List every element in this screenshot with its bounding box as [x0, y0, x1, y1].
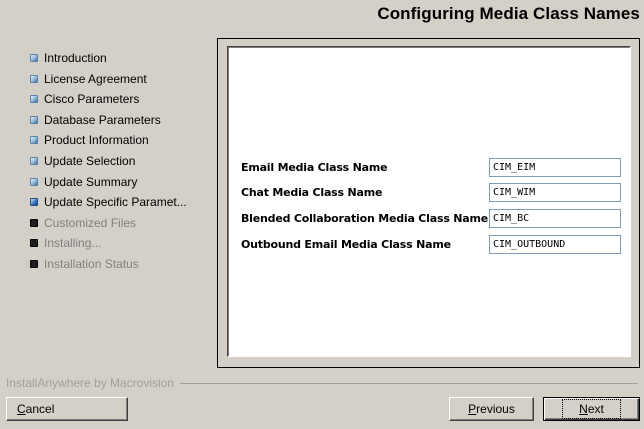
step-item-update-specific-parameters: Update Specific Paramet...: [30, 192, 187, 213]
next-rest: ext: [587, 402, 604, 416]
step-bullet-icon: [30, 239, 38, 248]
email-media-class-label: Email Media Class Name: [241, 161, 388, 174]
step-item-cisco-parameters: Cisco Parameters: [30, 89, 187, 110]
step-label: Introduction: [44, 51, 107, 65]
step-label: License Agreement: [44, 71, 147, 86]
previous-mnemonic: P: [468, 402, 477, 416]
next-mnemonic: N: [579, 402, 588, 416]
cancel-button-label: Cancel: [17, 402, 54, 416]
step-item-product-information: Product Information: [30, 130, 187, 151]
outbound-email-media-class-input[interactable]: [489, 235, 621, 254]
step-bullet-icon: [30, 54, 38, 62]
step-label: Product Information: [44, 133, 149, 148]
previous-rest: revious: [476, 402, 515, 416]
step-label: Customized Files: [44, 215, 137, 230]
step-bullet-icon: [30, 259, 38, 268]
outbound-email-media-class-row: Outbound Email Media Class Name: [241, 235, 621, 255]
step-label: Database Parameters: [44, 112, 161, 127]
step-label: Update Specific Paramet...: [44, 195, 187, 210]
chat-media-class-label: Chat Media Class Name: [241, 186, 383, 199]
cancel-mnemonic: C: [17, 402, 26, 416]
previous-button-label: Previous: [468, 402, 515, 416]
blended-collaboration-media-class-label: Blended Collaboration Media Class Name: [241, 212, 489, 225]
page-title: Configuring Media Class Names: [377, 4, 640, 23]
step-bullet-icon: [30, 198, 38, 207]
next-button-label: Next: [562, 399, 621, 419]
outbound-email-media-class-label: Outbound Email Media Class Name: [241, 238, 451, 251]
content-panel: Email Media Class Name Chat Media Class …: [227, 46, 631, 357]
step-label: Update Summary: [44, 174, 138, 189]
step-label: Cisco Parameters: [44, 92, 140, 107]
step-item-installation-status: Installation Status: [30, 254, 187, 275]
step-label: Installation Status: [44, 256, 139, 271]
step-bullet-icon: [30, 115, 38, 124]
step-item-customized-files: Customized Files: [30, 213, 187, 234]
step-bullet-icon: [30, 218, 38, 227]
chat-media-class-row: Chat Media Class Name: [241, 183, 621, 203]
previous-button[interactable]: Previous: [449, 397, 534, 421]
email-media-class-input[interactable]: [489, 158, 621, 177]
blended-collaboration-media-class-input[interactable]: [489, 209, 621, 228]
step-bullet-icon: [30, 156, 38, 165]
step-label: Update Selection: [44, 153, 136, 168]
step-label: Installing...: [44, 236, 102, 251]
cancel-button[interactable]: Cancel: [6, 397, 128, 421]
step-bullet-icon: [30, 95, 38, 104]
step-item-license-agreement: License Agreement: [30, 69, 187, 90]
brand-label: InstallAnywhere by Macrovision: [6, 376, 181, 390]
step-bullet-icon: [30, 177, 38, 186]
chat-media-class-input[interactable]: [489, 183, 621, 202]
step-bullet-icon: [30, 74, 38, 83]
step-bullet-icon: [30, 136, 38, 145]
step-item-introduction: Introduction: [30, 48, 187, 69]
brand-row: InstallAnywhere by Macrovision: [6, 376, 638, 390]
step-item-update-selection: Update Selection: [30, 151, 187, 172]
next-button[interactable]: Next: [543, 397, 640, 421]
step-list: Introduction License Agreement Cisco Par…: [30, 48, 187, 275]
email-media-class-row: Email Media Class Name: [241, 158, 621, 178]
step-item-installing: Installing...: [30, 233, 187, 254]
blended-collaboration-media-class-row: Blended Collaboration Media Class Name: [241, 209, 621, 229]
step-item-database-parameters: Database Parameters: [30, 110, 187, 131]
step-item-update-summary: Update Summary: [30, 172, 187, 193]
cancel-rest: ancel: [25, 402, 55, 416]
